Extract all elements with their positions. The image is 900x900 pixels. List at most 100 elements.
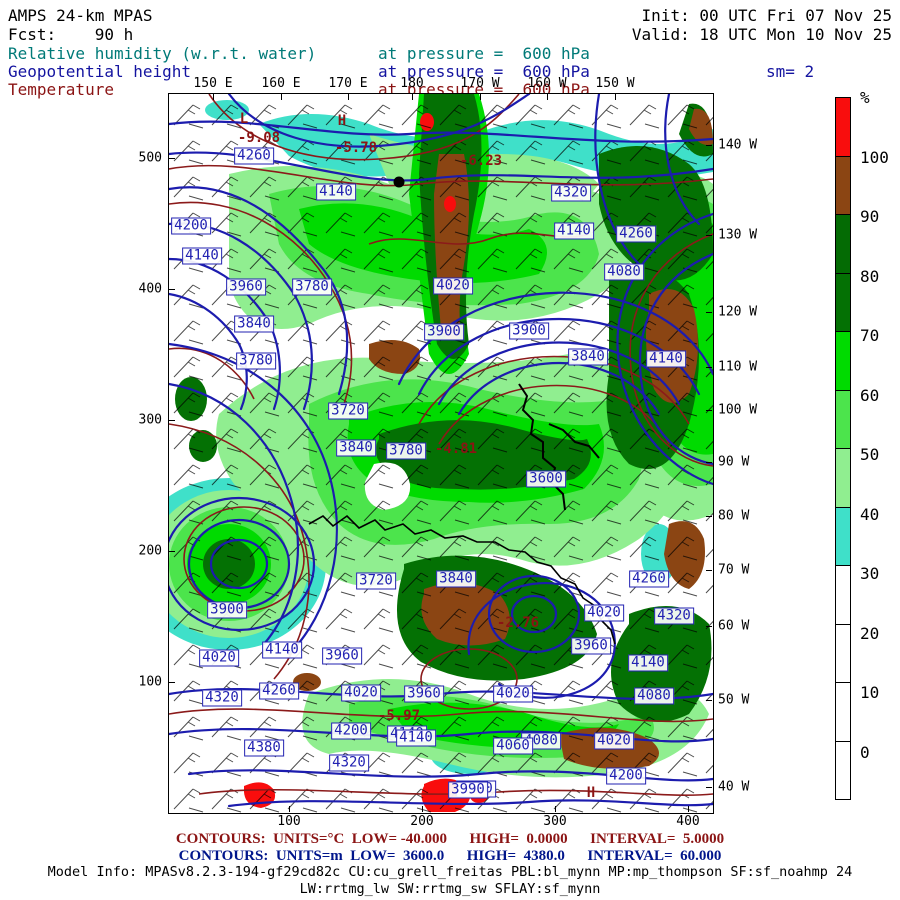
colorbar-segment <box>835 272 851 332</box>
forecast-hour: Fcst: 90 h <box>8 25 134 44</box>
field-label-temp: Temperature <box>8 80 114 99</box>
colorbar-tick-label: 20 <box>860 623 880 643</box>
axis-tick-left <box>169 551 175 552</box>
axis-tick-left <box>169 289 175 290</box>
axis-label-right: 40 W <box>718 779 750 795</box>
axis-tick-left <box>169 420 175 421</box>
axis-tick-right <box>706 570 712 571</box>
height-contour-label: 4140 <box>396 729 436 747</box>
height-contour-label: 4260 <box>616 225 656 243</box>
axis-tick-right <box>706 235 712 236</box>
height-contour-label: 4200 <box>171 217 211 235</box>
height-contour-label: 4140 <box>646 350 686 368</box>
colorbar-tick-label: 30 <box>860 564 880 583</box>
axis-label-top: 150 E <box>193 76 233 91</box>
colorbar-tick-label: 100 <box>860 147 889 167</box>
height-contour-label: 3780 <box>386 442 426 460</box>
axis-tick-right <box>706 312 712 313</box>
temperature-contour-label: H <box>337 113 347 129</box>
colorbar-segment <box>835 331 851 391</box>
height-contour-label: 4020 <box>199 649 239 667</box>
temperature-contour-label: -2.76 <box>496 615 540 631</box>
temperature-contour-label: -4.81 <box>434 441 478 457</box>
field-label-rh: Relative humidity (w.r.t. water) <box>8 44 317 63</box>
axis-label-right: 70 W <box>718 562 750 578</box>
axis-label-top: 160 W <box>527 76 567 91</box>
colorbar-tick-label: 40 <box>860 504 880 524</box>
axis-label-bottom: 400 <box>676 814 700 829</box>
axis-tick-right <box>706 626 712 627</box>
axis-label-top: 170 W <box>460 76 500 91</box>
map-panel: 4260 4200 4140 4140 3960 3780 3840 3780 4320 4140… <box>168 93 714 814</box>
height-contour-label: 3720 <box>356 572 396 590</box>
colorbar-tick-label: 10 <box>860 683 880 702</box>
axis-tick-right <box>706 700 712 701</box>
colorbar-segment <box>835 389 851 449</box>
height-contour-label: 4140 <box>316 183 356 201</box>
height-contour-label: 4200 <box>606 767 646 785</box>
colorbar-tick-label: 90 <box>860 207 880 226</box>
height-contour-label: 4320 <box>202 689 242 707</box>
height-contour-label: 4080 <box>634 687 674 705</box>
temperature-contour-label: H <box>586 785 596 801</box>
axis-label-right: 110 W <box>718 359 758 375</box>
valid-time: Valid: 18 UTC Mon 10 Nov 25 <box>631 25 892 44</box>
height-contour-label: 4320 <box>654 607 694 625</box>
height-contour-label: 3900 <box>207 601 247 619</box>
colorbar-segment <box>835 506 851 566</box>
height-contour-label: 4080 <box>604 263 644 281</box>
smoothing-label: sm= 2 <box>766 62 815 81</box>
weather-plot-page: { "header": { "model": "AMPS 24-km MPAS"… <box>0 0 900 900</box>
axis-tick-right <box>706 516 712 517</box>
axis-label-right: 120 W <box>718 304 758 320</box>
temperature-contour-label: -5.78 <box>334 140 378 156</box>
axis-tick-right <box>706 787 712 788</box>
colorbar-segment <box>835 214 851 274</box>
temperature-contour-label: L <box>239 111 249 127</box>
axis-label-right: 130 W <box>718 227 758 243</box>
height-contour-info: CONTOURS: UNITS=m LOW= 3600.0 HIGH= 4380… <box>178 848 722 864</box>
height-contour-label: 3960 <box>322 647 362 665</box>
axis-tick-right <box>706 145 712 146</box>
height-contour-label: 3900 <box>424 323 464 341</box>
axis-tick-top <box>412 94 413 100</box>
height-contour-label: 4140 <box>628 654 668 672</box>
colorbar-segment <box>835 448 851 508</box>
temperature-contour-label: -5.97 <box>377 708 421 724</box>
height-contour-label: 3960 <box>404 685 444 703</box>
axis-label-bottom: 200 <box>410 814 434 829</box>
colorbar-segment <box>835 155 851 215</box>
height-contour-label: 3720 <box>328 402 368 420</box>
axis-label-top: 150 W <box>595 76 635 91</box>
axis-label-left: 300 <box>138 412 162 428</box>
height-contour-label: 4020 <box>493 685 533 703</box>
height-contour-label: 3780 <box>292 278 332 296</box>
axis-label-left: 100 <box>138 674 162 690</box>
axis-tick-right <box>706 410 712 411</box>
height-contour-label: 4020 <box>341 684 381 702</box>
model-info-line1: Model Info: MPASv8.2.3-194-gf29cd82c CU:… <box>47 864 853 880</box>
axis-tick-top <box>348 94 349 100</box>
axis-tick-bottom <box>555 806 556 812</box>
colorbar-tick-label: 70 <box>860 326 880 345</box>
axis-tick-top <box>480 94 481 100</box>
colorbar-segment <box>835 623 851 683</box>
axis-label-top: 170 E <box>328 76 368 91</box>
height-contour-label: 3840 <box>436 570 476 588</box>
height-contour-label: 4020 <box>594 732 634 750</box>
model-title: AMPS 24-km MPAS <box>8 6 153 25</box>
axis-tick-bottom <box>688 806 689 812</box>
model-info-line2: LW:rrtmg_lw SW:rrtmg_sw SFLAY:sf_mynn <box>299 881 601 897</box>
axis-label-right: 140 W <box>718 137 758 153</box>
height-contour-label: 4200 <box>331 722 371 740</box>
colorbar <box>835 97 851 811</box>
temperature-contour-label: -6.23 <box>459 153 503 169</box>
field-label-hgt: Geopotential height <box>8 62 192 81</box>
height-contour-label: 4260 <box>259 682 299 700</box>
axis-label-bottom: 300 <box>543 814 567 829</box>
temp-contour-info: CONTOURS: UNITS=°C LOW= -40.000 HIGH= 0.… <box>175 831 725 847</box>
init-time: Init: 00 UTC Fri 07 Nov 25 <box>641 6 892 25</box>
height-contour-label: 4380 <box>244 739 284 757</box>
axis-label-top: 180 <box>400 76 424 91</box>
colorbar-title: % <box>860 88 870 107</box>
